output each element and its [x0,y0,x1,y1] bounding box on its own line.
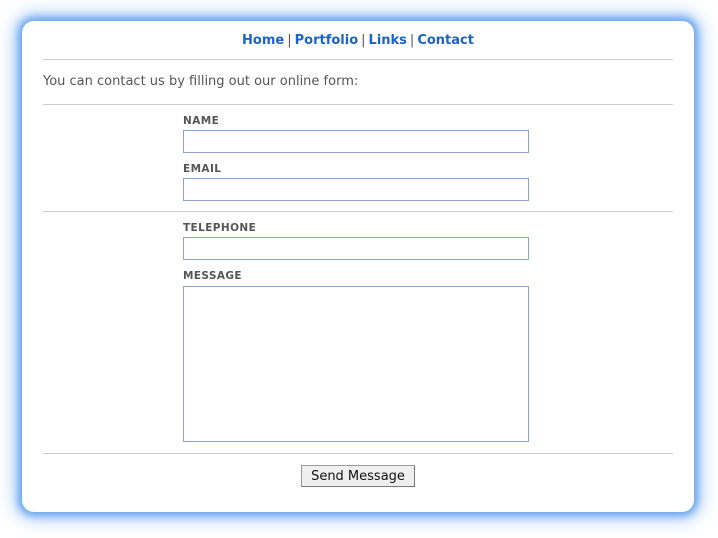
divider [43,453,673,454]
intro-text: You can contact us by filling out our on… [43,74,359,89]
message-label: MESSAGE [183,270,242,282]
telephone-field[interactable] [183,237,529,260]
divider [43,59,673,60]
nav-separator: | [287,33,292,48]
nav-link-links[interactable]: Links [369,33,407,48]
name-field[interactable] [183,130,529,153]
telephone-label: TELEPHONE [183,222,257,234]
nav-link-home[interactable]: Home [242,33,284,48]
divider [43,104,673,105]
message-textarea[interactable] [183,286,529,442]
nav-link-contact[interactable]: Contact [417,33,474,48]
nav-separator: | [409,33,415,48]
divider [43,211,673,212]
nav-link-portfolio[interactable]: Portfolio [295,33,359,48]
nav-separator: | [361,33,366,48]
top-nav: Home | Portfolio | Links | Contact [22,33,694,48]
email-label: EMAIL [183,163,222,175]
email-field[interactable] [183,178,529,201]
contact-card: Home | Portfolio | Links | Contact You can con… [22,21,694,512]
name-label: NAME [183,115,220,127]
send-message-button[interactable]: Send Message [301,465,415,487]
